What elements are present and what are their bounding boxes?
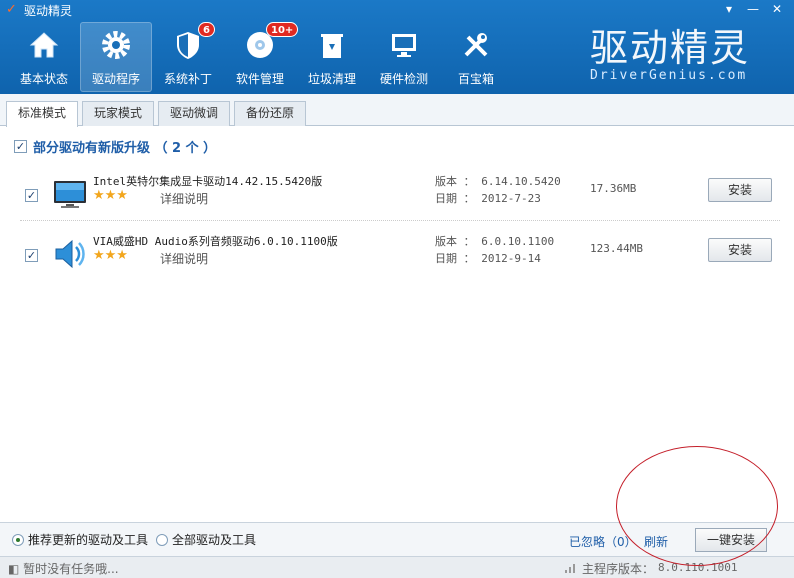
signal-icon <box>564 562 576 574</box>
brand-logo: 驱动精灵 DriverGenius.com <box>590 28 760 90</box>
menu-dropdown-button[interactable]: ▾ <box>718 1 740 17</box>
rating-stars: ★★★ <box>93 188 128 203</box>
nav-label: 驱动程序 <box>91 72 140 86</box>
nav-software-management[interactable]: 10+ 软件管理 <box>224 22 299 92</box>
nav-label: 基本状态 <box>19 72 68 86</box>
recycle-bin-icon <box>296 28 368 68</box>
select-all-checkbox[interactable]: ✓ <box>14 140 27 153</box>
patch-count-badge: 6 <box>198 22 215 37</box>
window-title: 驱动精灵 <box>24 4 73 18</box>
driver-name: Intel英特尔集成显卡驱动14.42.15.5420版 <box>93 175 323 188</box>
brand-cn: 驱动精灵 <box>590 26 751 70</box>
nav-label: 硬件检测 <box>379 72 428 86</box>
header: ✓ 驱动精灵 ▾ — ✕ 基本状态 驱动程序 6 系统补丁 10+ 软件管理 垃… <box>0 0 794 94</box>
install-button[interactable]: 安装 <box>708 178 772 202</box>
task-status-text: 暂时没有任务哦... <box>23 562 119 576</box>
nav-system-patches[interactable]: 6 系统补丁 <box>152 22 224 92</box>
nav-toolbox[interactable]: 百宝箱 <box>440 22 512 92</box>
mode-tabs: 标准模式 玩家模式 驱动微调 备份还原 <box>0 94 794 127</box>
tab-backup-restore[interactable]: 备份还原 <box>234 101 306 126</box>
speaker-icon <box>52 236 88 272</box>
driver-version: 版本 ： 6.14.10.5420 <box>435 175 561 188</box>
driver-row: ✓ VIA威盛HD Audio系列音频驱动6.0.10.1100版 ★★★ 详细… <box>14 228 784 288</box>
driver-checkbox[interactable]: ✓ <box>25 249 38 262</box>
driver-date: 日期 ： 2012-7-23 <box>435 192 541 205</box>
nav-basic-status[interactable]: 基本状态 <box>8 22 80 92</box>
row-divider <box>20 220 780 221</box>
brand-en: DriverGenius.com <box>590 68 748 83</box>
main-toolbar: 基本状态 驱动程序 6 系统补丁 10+ 软件管理 垃圾清理 硬件检测 百宝箱 <box>8 22 512 92</box>
nav-label: 系统补丁 <box>163 72 212 86</box>
minimize-button[interactable]: — <box>742 1 764 17</box>
driver-row: ✓ Intel英特尔集成显卡驱动14.42.15.5420版 ★★★ 详细说明 … <box>14 168 784 228</box>
software-count-badge: 10+ <box>266 22 299 37</box>
title-bar: ✓ 驱动精灵 ▾ — ✕ <box>0 0 794 20</box>
monitor-icon <box>368 28 440 68</box>
details-link[interactable]: 详细说明 <box>160 190 208 207</box>
nav-hardware-detection[interactable]: 硬件检测 <box>368 22 440 92</box>
driver-version: 版本 ： 6.0.10.1100 <box>435 235 555 248</box>
annotation-circle <box>616 446 778 566</box>
option-all[interactable]: 全部驱动及工具 <box>156 531 256 548</box>
section-title: 部分驱动有新版升级 （ 2 个 ） <box>33 141 217 156</box>
nav-label: 垃圾清理 <box>307 72 356 86</box>
home-icon <box>8 28 80 68</box>
tab-driver-tuning[interactable]: 驱动微调 <box>158 101 230 126</box>
close-button[interactable]: ✕ <box>766 1 788 17</box>
nav-drivers[interactable]: 驱动程序 <box>80 22 152 92</box>
option-label: 推荐更新的驱动及工具 <box>28 533 149 547</box>
details-link[interactable]: 详细说明 <box>160 250 208 267</box>
radio-recommended[interactable] <box>12 533 24 546</box>
tab-player-mode[interactable]: 玩家模式 <box>82 101 154 126</box>
install-button[interactable]: 安装 <box>708 238 772 262</box>
nav-label: 软件管理 <box>235 72 284 86</box>
driver-size: 17.36MB <box>590 182 637 195</box>
option-recommended[interactable]: 推荐更新的驱动及工具 <box>12 531 148 548</box>
rating-stars: ★★★ <box>93 248 128 263</box>
option-label: 全部驱动及工具 <box>172 533 257 547</box>
driver-size: 123.44MB <box>590 242 643 255</box>
radio-all[interactable] <box>156 533 168 546</box>
window-controls: ▾ — ✕ <box>718 1 788 17</box>
tools-icon <box>440 28 512 68</box>
driver-checkbox[interactable]: ✓ <box>25 189 38 202</box>
gear-icon <box>80 28 152 68</box>
display-adapter-icon <box>52 176 88 212</box>
task-icon: ◧ <box>8 562 24 576</box>
update-section-header: ✓ 部分驱动有新版升级 （ 2 个 ） <box>14 137 216 156</box>
nav-junk-cleanup[interactable]: 垃圾清理 <box>296 22 368 92</box>
app-logo-icon: ✓ <box>6 2 17 17</box>
version-label: 主程序版本： <box>582 562 655 576</box>
driver-date: 日期 ： 2012-9-14 <box>435 252 541 265</box>
driver-genius-window: ✓ 驱动精灵 ▾ — ✕ 基本状态 驱动程序 6 系统补丁 10+ 软件管理 垃… <box>0 0 794 578</box>
tab-standard-mode[interactable]: 标准模式 <box>6 101 78 127</box>
nav-label: 百宝箱 <box>457 72 494 86</box>
driver-name: VIA威盛HD Audio系列音频驱动6.0.10.1100版 <box>93 235 338 248</box>
task-status: ◧ 暂时没有任务哦... <box>8 560 119 577</box>
